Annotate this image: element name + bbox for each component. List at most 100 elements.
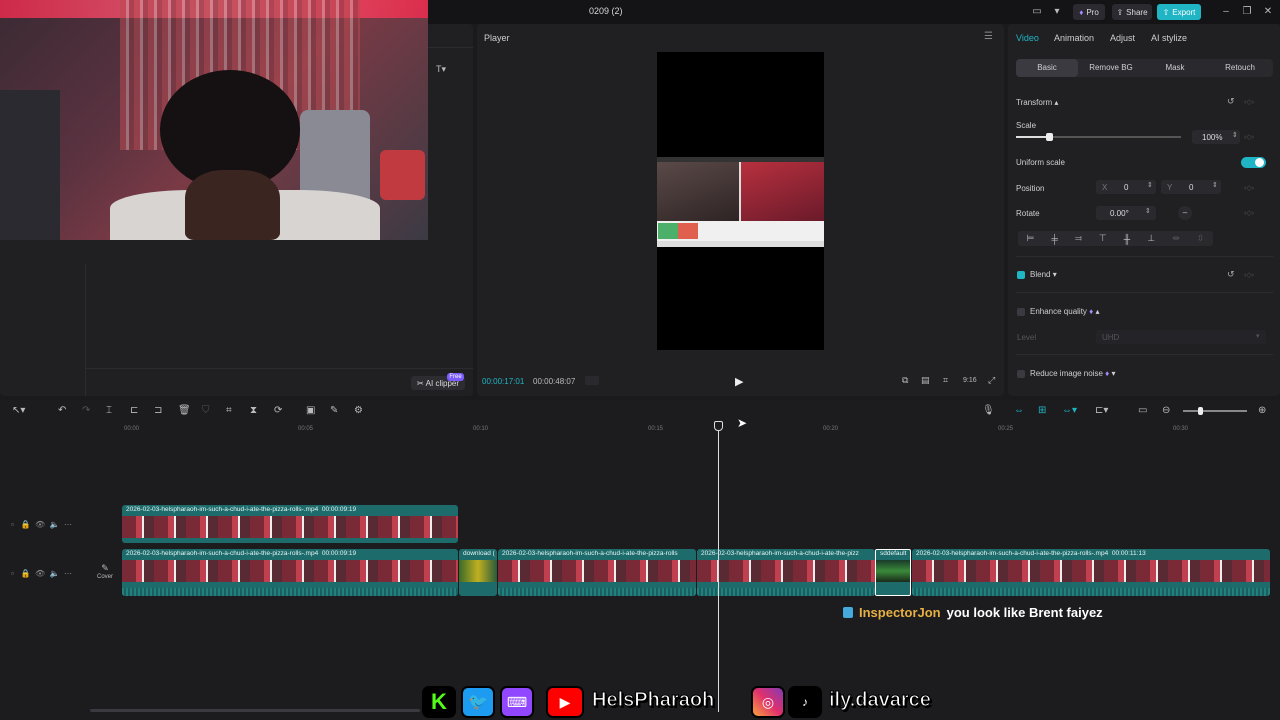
ai-edit-icon[interactable]: ⚙ bbox=[354, 405, 363, 416]
distribute-h-icon[interactable]: ⇹ bbox=[1172, 233, 1180, 244]
aspect-ratio-button[interactable]: 9:16 bbox=[963, 377, 977, 384]
more-icon[interactable]: ⋯ bbox=[64, 569, 72, 578]
rotate-dial[interactable]: – bbox=[1178, 206, 1192, 220]
text-format-icon[interactable]: T▾ bbox=[436, 64, 446, 75]
keyframe-icon[interactable]: ‹◇› bbox=[1244, 133, 1254, 141]
timeline-clip[interactable]: 2026-02-03-helspharaoh-im-such-a-chud-i-… bbox=[122, 505, 458, 543]
auto-snap-icon[interactable]: ⊞ bbox=[1038, 405, 1046, 416]
reduce-noise-heading[interactable]: Reduce image noise ♦ ▾ bbox=[1030, 369, 1116, 378]
menu-icon[interactable]: ☰ bbox=[984, 31, 993, 42]
speaker-icon[interactable]: 🔈 bbox=[50, 569, 60, 578]
zoom-out-icon[interactable]: ⊖ bbox=[1162, 405, 1170, 416]
keyframe-icon[interactable]: ‹◇› bbox=[1244, 98, 1254, 106]
enhance-quality-heading[interactable]: Enhance quality ♦ ▴ bbox=[1030, 307, 1100, 316]
export-button[interactable]: ⇧ Export bbox=[1157, 4, 1201, 20]
media-sidebar bbox=[0, 264, 86, 396]
tab-animation[interactable]: Animation bbox=[1054, 33, 1094, 43]
track-toggle-icon[interactable]: ▫ bbox=[11, 569, 14, 578]
magic-icon[interactable]: ✎ bbox=[330, 405, 338, 416]
layout-menu-icon[interactable]: ▾ bbox=[1050, 5, 1064, 19]
keyframe-icon[interactable]: ‹◇› bbox=[1244, 209, 1254, 217]
share-button[interactable]: ⇪ Share bbox=[1112, 4, 1152, 20]
undo-icon[interactable]: ↶ bbox=[58, 405, 66, 416]
blend-heading[interactable]: Blend ▾ bbox=[1030, 270, 1057, 279]
timeline-clip[interactable]: 2026-02-03-helspharaoh-im-such-a-chud-i-… bbox=[697, 549, 875, 596]
align-center-v-icon[interactable]: ╫ bbox=[1124, 234, 1130, 244]
play-icon[interactable]: ▶ bbox=[735, 375, 743, 388]
blend-checkbox[interactable] bbox=[1017, 271, 1025, 279]
caption-icon[interactable]: ▭ bbox=[1138, 405, 1147, 416]
delete-icon[interactable]: 🗑 bbox=[178, 405, 191, 416]
stepper-icon[interactable]: ⇕ bbox=[1212, 181, 1218, 189]
split-left-icon[interactable]: ⊏ bbox=[130, 405, 138, 416]
stepper-icon[interactable]: ⇕ bbox=[1232, 131, 1238, 139]
align-right-icon[interactable]: ⫤ bbox=[1075, 233, 1082, 244]
adjust-icon[interactable]: ⧉ bbox=[902, 375, 908, 386]
subtab-remove-bg[interactable]: Remove BG bbox=[1080, 59, 1142, 77]
align-center-h-icon[interactable]: ╪ bbox=[1051, 234, 1057, 244]
fullscreen-icon[interactable]: ⤢ bbox=[988, 375, 995, 386]
align-top-icon[interactable]: ⊤ bbox=[1099, 233, 1107, 244]
stepper-icon[interactable]: ⇕ bbox=[1145, 207, 1151, 215]
eye-icon[interactable]: 👁 bbox=[35, 520, 45, 529]
crop-icon[interactable]: ⌗ bbox=[226, 405, 232, 416]
microphone-icon[interactable]: 🎙 bbox=[982, 405, 995, 416]
cover-button[interactable]: ✎ Cover bbox=[91, 563, 119, 585]
shield-icon[interactable]: ⛉ bbox=[202, 405, 210, 416]
tab-video[interactable]: Video bbox=[1016, 33, 1039, 43]
pro-button[interactable]: ♦ Pro bbox=[1073, 4, 1105, 20]
maximize-icon[interactable]: ❐ bbox=[1240, 5, 1254, 19]
stepper-icon[interactable]: ⇕ bbox=[1147, 181, 1153, 189]
tab-adjust[interactable]: Adjust bbox=[1110, 33, 1135, 43]
split-icon[interactable]: ⌶ bbox=[106, 405, 112, 416]
timeline-clip[interactable]: 2026-02-03-helspharaoh-im-such-a-chud-i-… bbox=[912, 549, 1270, 596]
reset-icon[interactable]: ↺ bbox=[1227, 96, 1235, 107]
eye-icon[interactable]: 👁 bbox=[35, 569, 45, 578]
align-bottom-icon[interactable]: ⊥ bbox=[1147, 233, 1155, 244]
reduce-noise-checkbox[interactable] bbox=[1017, 370, 1025, 378]
timeline-clip[interactable]: download ( bbox=[459, 549, 497, 596]
more-icon[interactable]: ⋯ bbox=[64, 520, 72, 529]
horizontal-scrollbar[interactable] bbox=[90, 709, 420, 712]
lock-icon[interactable]: 🔒 bbox=[21, 569, 31, 578]
reset-icon[interactable]: ↺ bbox=[1227, 269, 1235, 280]
playhead-handle[interactable] bbox=[714, 421, 723, 431]
rotate-icon[interactable]: ⟳ bbox=[274, 405, 282, 416]
transform-heading[interactable]: Transform ▴ bbox=[1016, 98, 1058, 107]
zoom-in-icon[interactable]: ⊕ bbox=[1258, 405, 1266, 416]
zoom-slider[interactable] bbox=[1183, 410, 1247, 412]
magnet-link-icon[interactable]: ⇔ bbox=[1014, 405, 1024, 416]
align-left-icon[interactable]: ⊨ bbox=[1027, 233, 1035, 244]
keyframe-icon[interactable]: ‹◇› bbox=[1244, 271, 1254, 279]
enhance-quality-checkbox[interactable] bbox=[1017, 308, 1025, 316]
track-toggle-icon[interactable]: ▫ bbox=[11, 520, 14, 529]
timecode-toggle[interactable] bbox=[585, 376, 599, 385]
lock-icon[interactable]: 🔒 bbox=[21, 520, 31, 529]
tab-ai-stylize[interactable]: AI stylize bbox=[1151, 33, 1187, 43]
playhead[interactable] bbox=[718, 422, 719, 712]
select-tool-icon[interactable]: ↖▾ bbox=[12, 405, 25, 416]
mirror-icon[interactable]: ⧗ bbox=[250, 405, 257, 416]
minimize-icon[interactable]: – bbox=[1219, 5, 1233, 19]
linkage-icon[interactable]: ⇔▾ bbox=[1062, 405, 1077, 416]
level-select[interactable] bbox=[1096, 330, 1266, 344]
preview-axis-icon[interactable]: ⊏▾ bbox=[1095, 405, 1108, 416]
split-right-icon[interactable]: ⊐ bbox=[154, 405, 162, 416]
layout-icon[interactable]: ▭ bbox=[1030, 5, 1044, 19]
close-icon[interactable]: ✕ bbox=[1261, 5, 1275, 19]
video-preview[interactable] bbox=[657, 52, 824, 350]
subtab-basic[interactable]: Basic bbox=[1016, 59, 1078, 77]
scale-slider-handle[interactable] bbox=[1046, 133, 1053, 141]
keyframe-icon[interactable]: ‹◇› bbox=[1244, 184, 1254, 192]
screenshot-icon[interactable]: ⌗ bbox=[943, 375, 948, 386]
quality-icon[interactable]: ▤ bbox=[921, 375, 930, 386]
distribute-v-icon[interactable]: ⇳ bbox=[1197, 233, 1205, 244]
redo-icon[interactable]: ↷ bbox=[82, 405, 90, 416]
freeze-icon[interactable]: ▣ bbox=[306, 405, 315, 416]
speaker-icon[interactable]: 🔈 bbox=[50, 520, 60, 529]
timeline-clip[interactable]: 2026-02-03-helspharaoh-im-such-a-chud-i-… bbox=[122, 549, 458, 596]
subtab-mask[interactable]: Mask bbox=[1144, 59, 1206, 77]
zoom-slider-handle[interactable] bbox=[1198, 407, 1203, 415]
subtab-retouch[interactable]: Retouch bbox=[1209, 59, 1271, 77]
timeline-clip[interactable]: 2026-02-03-helspharaoh-im-such-a-chud-i-… bbox=[498, 549, 696, 596]
